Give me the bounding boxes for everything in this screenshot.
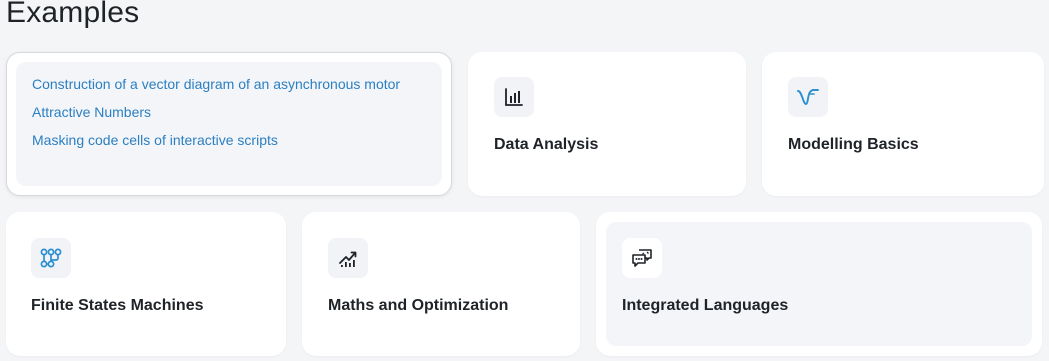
code-chat-icon	[622, 238, 662, 278]
examples-list-card[interactable]: Construction of a vector diagram of an a…	[6, 52, 452, 196]
integrated-languages-hover-panel: Integrated Languages	[606, 222, 1032, 346]
example-link-attractive-numbers[interactable]: Attractive Numbers	[32, 104, 151, 120]
modelling-basics-card[interactable]: Modelling Basics	[762, 52, 1044, 196]
modelling-basics-title: Modelling Basics	[788, 136, 919, 153]
finite-states-title: Finite States Machines	[31, 297, 204, 314]
example-link-vector-diagram[interactable]: Construction of a vector diagram of an a…	[32, 76, 400, 92]
trend-chart-icon	[328, 238, 368, 278]
data-analysis-title: Data Analysis	[494, 136, 599, 153]
model-curve-icon	[788, 77, 828, 117]
examples-list-panel: Construction of a vector diagram of an a…	[16, 62, 442, 186]
integrated-languages-card[interactable]: Integrated Languages	[596, 212, 1042, 356]
finite-states-card[interactable]: Finite States Machines	[6, 212, 286, 356]
example-link-masking-code-cells[interactable]: Masking code cells of interactive script…	[32, 132, 278, 148]
integrated-languages-title: Integrated Languages	[622, 297, 789, 314]
data-analysis-card[interactable]: Data Analysis	[468, 52, 746, 196]
page-title: Examples	[6, 0, 140, 29]
state-graph-icon	[31, 238, 71, 278]
bar-chart-icon	[494, 77, 534, 117]
examples-page: Examples Construction of a vector diagra…	[0, 0, 1049, 361]
maths-optimization-card[interactable]: Maths and Optimization	[302, 212, 580, 356]
maths-optimization-title: Maths and Optimization	[328, 297, 509, 314]
